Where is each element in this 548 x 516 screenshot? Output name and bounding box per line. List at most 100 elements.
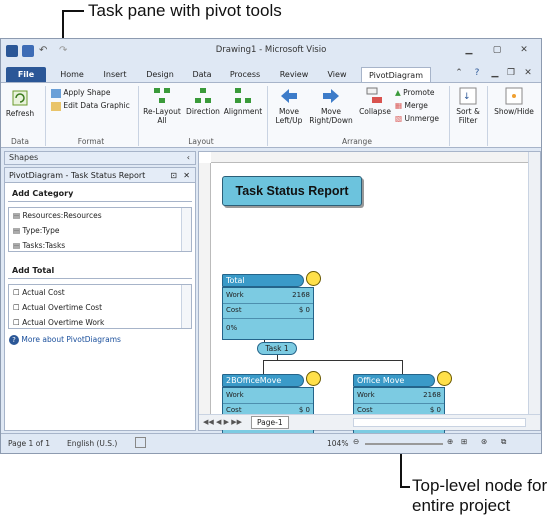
- total-label: Actual Cost: [22, 288, 65, 297]
- smiley-icon: [437, 371, 452, 386]
- tab-data[interactable]: Data: [187, 67, 217, 82]
- unmerge-button[interactable]: ▧ Unmerge: [395, 114, 445, 123]
- tab-review[interactable]: Review: [275, 67, 313, 82]
- list-item[interactable]: ▤ Type:Type: [9, 223, 191, 238]
- horizontal-scrollbar[interactable]: [353, 418, 526, 427]
- collapse-button[interactable]: Collapse: [357, 87, 393, 116]
- doc-restore-icon[interactable]: ❐: [503, 67, 519, 79]
- zoom-in-icon[interactable]: ⊕: [447, 437, 453, 446]
- status-bar: Page 1 of 1 English (U.S.) 104% ⊖ ⊕ ⊞ ⊛ …: [1, 433, 541, 453]
- pan-zoom-icon[interactable]: ⊛: [481, 437, 487, 446]
- zoom-level[interactable]: 104%: [327, 439, 348, 448]
- pivot-pane-title: PivotDiagram - Task Status Report: [9, 171, 146, 180]
- breakdown-shape[interactable]: Task 1: [257, 342, 297, 355]
- refresh-button[interactable]: Refresh: [5, 89, 35, 118]
- relayout-all-button[interactable]: Re-Layout All: [141, 87, 183, 125]
- node-pct-row: 0%: [226, 324, 310, 332]
- apply-shape-button[interactable]: Apply Shape: [51, 88, 131, 98]
- zoom-slider[interactable]: [365, 443, 443, 445]
- more-about-link[interactable]: ? More about PivotDiagrams: [9, 335, 191, 345]
- edit-data-graphic-button[interactable]: Edit Data Graphic: [51, 101, 131, 111]
- cost-label: Cost: [226, 306, 242, 314]
- node-cost-row: Cost $ 0: [226, 406, 310, 414]
- page-nav-icons[interactable]: ◀◀ ◀ ▶ ▶▶: [203, 418, 242, 426]
- alignment-button[interactable]: Alignment: [223, 87, 263, 116]
- checkbox[interactable]: ☐: [13, 318, 22, 327]
- direction-button[interactable]: Direction: [185, 87, 221, 116]
- shapes-pane-header[interactable]: Shapes ‹: [4, 151, 196, 165]
- direction-label: Direction: [186, 107, 220, 116]
- tab-home[interactable]: Home: [55, 67, 89, 82]
- tab-design[interactable]: Design: [141, 67, 179, 82]
- ribbon-tabs: File Home Insert Design Data Process Rev…: [1, 65, 541, 82]
- apply-shape-icon: [51, 88, 61, 98]
- connector-line: [263, 360, 403, 361]
- category-list: ▤ Resources:Resources ▤ Type:Type ▤ Task…: [8, 207, 192, 252]
- totals-scrollbar[interactable]: [181, 285, 191, 328]
- list-item[interactable]: ☐ Actual Overtime Work: [9, 315, 191, 330]
- node-divider: [223, 303, 313, 304]
- top-level-node[interactable]: Total Work 2168 Cost $ 0 0%: [222, 271, 321, 340]
- promote-button[interactable]: ▲ Promote: [395, 88, 445, 97]
- doc-close-icon[interactable]: ✕: [520, 67, 536, 79]
- tab-process[interactable]: Process: [225, 67, 265, 82]
- layout-group-label: Layout: [188, 137, 214, 146]
- relayout-label-1: Re-Layout: [143, 107, 181, 116]
- pane-close-icon[interactable]: ✕: [183, 168, 190, 183]
- minimize-ribbon-icon[interactable]: ⌃: [451, 67, 467, 79]
- tab-insert[interactable]: Insert: [98, 67, 132, 82]
- move-right-down-button[interactable]: Move Right/Down: [307, 87, 355, 125]
- pane-menu-icon[interactable]: ⊡: [170, 168, 177, 183]
- top-callout-line-h: [62, 10, 84, 12]
- tab-view[interactable]: View: [321, 67, 353, 82]
- switch-windows-icon[interactable]: ⧉: [501, 437, 506, 447]
- collapse-shapes-icon[interactable]: ‹: [187, 152, 190, 164]
- shapes-header-label: Shapes: [9, 153, 39, 162]
- report-title-shape[interactable]: Task Status Report: [222, 176, 362, 206]
- child-node[interactable]: Office Move Work2168 Cost$ 0 0%: [353, 371, 452, 440]
- minimize-icon[interactable]: ▁: [461, 44, 477, 56]
- zoom-out-icon[interactable]: ⊖: [353, 437, 359, 446]
- unmerge-label: Unmerge: [404, 114, 439, 123]
- category-scrollbar[interactable]: [181, 208, 191, 251]
- close-icon[interactable]: ✕: [516, 44, 532, 56]
- checkbox[interactable]: ☐: [13, 303, 22, 312]
- merge-button[interactable]: ▦ Merge: [395, 101, 445, 110]
- more-about-label: More about PivotDiagrams: [21, 335, 121, 344]
- move-right-label-2: Right/Down: [309, 116, 353, 125]
- child-node[interactable]: 2BOfficeMove Work Cost$ 0 0%: [222, 371, 321, 440]
- doc-minimize-icon[interactable]: ▁: [487, 67, 503, 79]
- node-cost-row: Cost $ 0: [357, 406, 441, 414]
- sort-filter-button[interactable]: ↓ Sort & Filter: [451, 87, 485, 125]
- page-count[interactable]: Page 1 of 1: [8, 439, 50, 448]
- list-item[interactable]: ☐ Actual Overtime Cost: [9, 300, 191, 315]
- list-item[interactable]: ▤ Tasks:Tasks: [9, 238, 191, 253]
- tab-pivotdiagram[interactable]: PivotDiagram: [361, 67, 431, 82]
- tab-file[interactable]: File: [6, 67, 46, 82]
- vertical-scrollbar[interactable]: [528, 152, 540, 414]
- total-label: Actual Overtime Cost: [22, 303, 103, 312]
- work-value: 2168: [292, 291, 310, 299]
- merge-icon: ▦: [395, 101, 403, 110]
- cost-value: $ 0: [298, 406, 310, 414]
- macro-icon[interactable]: [135, 437, 146, 448]
- svg-text:↓: ↓: [463, 92, 471, 102]
- format-group-label: Format: [77, 137, 105, 146]
- move-left-up-button[interactable]: Move Left/Up: [269, 87, 309, 125]
- maximize-icon[interactable]: ▢: [489, 44, 505, 56]
- sort-label-2: Filter: [458, 116, 478, 125]
- help-icon[interactable]: ?: [469, 67, 485, 79]
- cost-value: $ 0: [429, 406, 441, 414]
- group-divider: [45, 86, 46, 146]
- language-indicator[interactable]: English (U.S.): [67, 439, 117, 448]
- list-item[interactable]: ☐ Actual Cost: [9, 285, 191, 300]
- checkbox[interactable]: ☐: [13, 288, 22, 297]
- drawing-canvas[interactable]: Task Status Report Total Work 2168 Cost $ …: [198, 151, 541, 440]
- show-hide-button[interactable]: Show/Hide: [489, 87, 539, 116]
- list-item[interactable]: ▤ Resources:Resources: [9, 208, 191, 223]
- show-hide-icon: [505, 87, 523, 105]
- page-tab[interactable]: Page-1: [251, 416, 289, 429]
- pivotdiagram-pane: PivotDiagram - Task Status Report ✕ ⊡ Ad…: [4, 167, 196, 431]
- fit-page-icon[interactable]: ⊞: [461, 437, 467, 446]
- group-divider: [138, 86, 139, 146]
